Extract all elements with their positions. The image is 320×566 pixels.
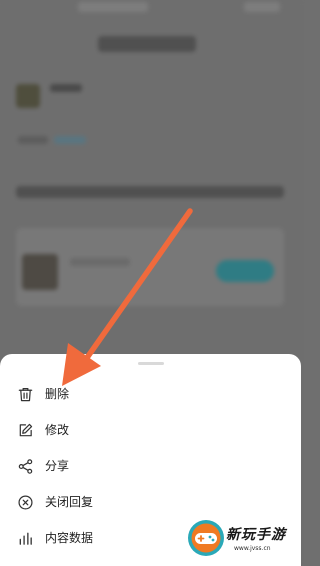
menu-item-content-data[interactable]: 内容数据 (0, 523, 200, 553)
menu-item-share[interactable]: 分享 (0, 451, 200, 481)
menu-item-label: 内容数据 (45, 531, 94, 545)
share-icon (17, 458, 34, 475)
background-card-text (70, 258, 130, 266)
menu-item-label: 分享 (45, 459, 70, 473)
menu-item-close-reply[interactable]: 关闭回复 (0, 487, 200, 517)
background-text-line (16, 186, 284, 198)
close-circle-icon (17, 494, 34, 511)
menu-item-label: 删除 (45, 387, 70, 401)
menu-item-edit[interactable]: 修改 (0, 415, 200, 445)
background-username (50, 84, 82, 92)
background-tag (18, 136, 48, 144)
menu-item-delete[interactable]: 删除 (0, 379, 200, 409)
trash-icon (17, 386, 34, 403)
sheet-drag-handle[interactable] (138, 362, 164, 365)
menu-item-label: 关闭回复 (45, 495, 94, 509)
status-bar-right (244, 2, 280, 12)
background-title (98, 36, 196, 52)
background-avatar (16, 84, 40, 108)
edit-icon (17, 422, 34, 439)
watermark-url: www.jvss.cn (234, 545, 271, 552)
background-tag (54, 136, 86, 144)
watermark: 新玩手游 www.jvss.cn (180, 512, 301, 566)
menu-item-label: 修改 (45, 423, 70, 437)
gamepad-logo-icon (188, 520, 224, 556)
background-thumbnail (22, 254, 58, 290)
bar-chart-icon (17, 530, 34, 547)
status-bar-left (78, 2, 148, 12)
watermark-name: 新玩手游 (226, 527, 286, 543)
background-card-button (216, 260, 274, 282)
